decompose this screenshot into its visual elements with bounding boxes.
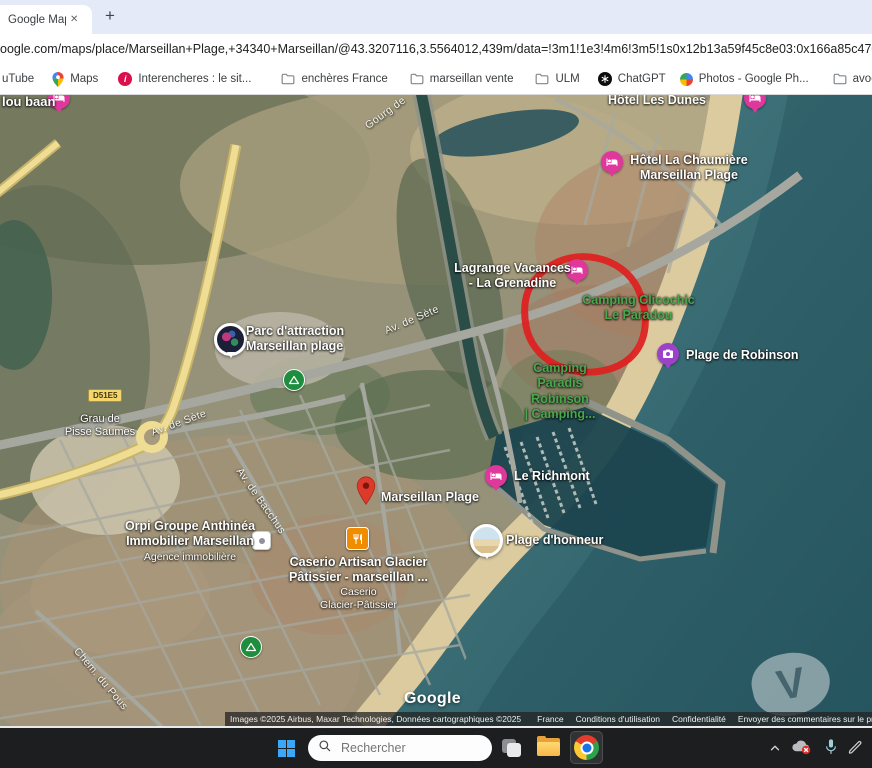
poi-sublabel-orpi: Agence immobilière <box>120 551 260 564</box>
search-input[interactable] <box>339 740 473 756</box>
map-viewport[interactable]: lou baan Hôtel Les Dunes Hôtel La Chaumi… <box>0 95 872 728</box>
campground-icon[interactable] <box>240 636 262 658</box>
tab-title: Google Maps <box>8 14 66 26</box>
bookmarks-bar: uTube Maps i Interencheres : le sit... e… <box>0 64 872 95</box>
bookmark-youtube[interactable]: uTube <box>2 73 34 85</box>
poi-label-parc-attraction[interactable]: Parc d'attraction Marseillan plage <box>246 324 344 355</box>
country-label: France <box>537 714 563 724</box>
taskbar-search[interactable] <box>308 735 492 761</box>
new-tab-button[interactable]: + <box>98 4 122 28</box>
photo-pin-plage-honneur[interactable] <box>470 524 503 557</box>
google-photos-icon <box>680 73 693 86</box>
lodging-pin-chaumiere[interactable] <box>601 151 623 173</box>
tab-close-icon[interactable]: ✕ <box>70 14 78 25</box>
onedrive-error-icon[interactable] <box>790 738 812 761</box>
map-attribution-bar: Images ©2025 Airbus, Maxar Technologies,… <box>225 712 872 726</box>
task-view-button[interactable] <box>502 739 522 757</box>
poi-label-camping-paradis[interactable]: Camping Paradis Robinson | Camping... <box>505 361 615 422</box>
search-icon <box>318 739 332 758</box>
folder-icon <box>535 73 549 85</box>
browser-tab[interactable]: Google Maps ✕ <box>0 5 92 34</box>
poi-label-caserio[interactable]: Caserio Artisan Glacier Pâtissier - mars… <box>276 555 441 586</box>
poi-label-chaumiere[interactable]: Hôtel La Chaumière Marseillan Plage <box>625 153 753 184</box>
bookmark-marseillan-vente[interactable]: marseillan vente <box>410 73 514 85</box>
interencheres-icon: i <box>118 72 132 86</box>
poi-label-plage-robinson[interactable]: Plage de Robinson <box>686 348 799 363</box>
file-explorer-button[interactable] <box>537 738 560 757</box>
google-logo: Google <box>404 690 461 708</box>
tray-chevron-icon[interactable] <box>768 741 782 760</box>
poi-label-plage-honneur[interactable]: Plage d'honneur <box>506 533 603 548</box>
folder-icon <box>281 73 295 85</box>
maps-pin-icon <box>52 72 64 87</box>
red-place-pin-marseillan-plage[interactable] <box>355 476 377 511</box>
poi-label-richmont[interactable]: Le Richmont <box>514 469 590 484</box>
feedback-link[interactable]: Envoyer des commentaires sur le pro <box>738 714 872 724</box>
road-badge-d51e5: D51E5 <box>88 389 122 402</box>
bookmark-interencheres[interactable]: i Interencheres : le sit... <box>118 72 251 86</box>
poi-sublabel-caserio: Caserio Glacier-Pâtissier <box>296 586 421 612</box>
campground-icon[interactable] <box>283 369 305 391</box>
windows-start-button[interactable] <box>278 740 295 757</box>
terms-link[interactable]: Conditions d'utilisation <box>576 714 660 724</box>
pen-icon[interactable] <box>847 739 864 761</box>
poi-label-lagrange[interactable]: Lagrange Vacances - La Grenadine <box>440 261 585 292</box>
address-bar[interactable]: oogle.com/maps/place/Marseillan+Plage,+3… <box>0 34 872 64</box>
chrome-taskbar-button[interactable] <box>570 731 603 764</box>
tab-strip: Google Maps ✕ + <box>0 0 872 34</box>
poi-label-orpi[interactable]: Orpi Groupe Anthinéa Immobilier Marseill… <box>102 519 278 550</box>
satellite-imagery <box>0 95 872 728</box>
bookmark-chatgpt[interactable]: ChatGPT <box>598 72 666 86</box>
restaurant-pin-caserio[interactable] <box>346 527 369 550</box>
folder-icon <box>833 73 847 85</box>
bookmark-encheres-france[interactable]: enchères France <box>281 73 387 85</box>
screen: Google Maps ✕ + oogle.com/maps/place/Mar… <box>0 0 872 768</box>
privacy-link[interactable]: Confidentialité <box>672 714 726 724</box>
poi-label-les-dunes[interactable]: Hôtel Les Dunes <box>582 95 732 108</box>
chatgpt-icon <box>598 72 612 86</box>
chrome-icon <box>574 735 599 760</box>
taskbar <box>0 728 872 768</box>
poi-label-marseillan-plage[interactable]: Marseillan Plage <box>381 490 479 505</box>
bookmark-avocats[interactable]: avocats <box>833 73 872 85</box>
place-label-grau: Grau de Pisse Saumes <box>52 413 148 440</box>
beach-camera-pin-robinson[interactable] <box>657 343 679 365</box>
folder-icon <box>410 73 424 85</box>
bookmark-google-photos[interactable]: Photos - Google Ph... <box>680 73 809 86</box>
lodging-pin-richmont[interactable] <box>485 465 507 487</box>
bookmark-ulm[interactable]: ULM <box>535 73 579 85</box>
bookmark-maps[interactable]: Maps <box>52 72 98 87</box>
url-text: oogle.com/maps/place/Marseillan+Plage,+3… <box>0 42 872 56</box>
imagery-credit: Images ©2025 Airbus, Maxar Technologies,… <box>230 714 521 724</box>
microphone-icon[interactable] <box>824 738 838 762</box>
photo-pin-parc-attraction[interactable] <box>214 323 247 356</box>
poi-label-camping-clicochic[interactable]: Camping Clicochic Le Paradou <box>566 293 711 324</box>
poi-label-lou-baan[interactable]: lou baan <box>2 95 55 110</box>
